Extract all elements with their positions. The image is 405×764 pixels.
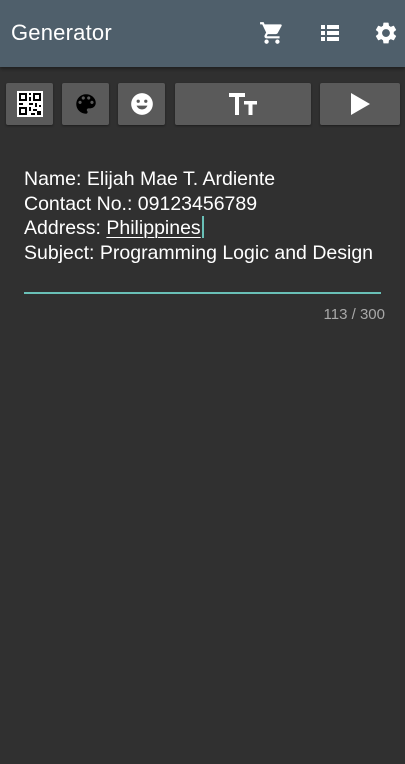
settings-icon[interactable] — [373, 20, 399, 46]
editor-line-address: Address: Philippines — [24, 216, 384, 241]
input-focus-underline — [24, 292, 381, 294]
palette-button[interactable] — [62, 83, 109, 125]
text-size-icon — [229, 93, 257, 115]
character-counter: 113 / 300 — [323, 306, 385, 323]
play-icon — [351, 93, 370, 115]
emoji-button[interactable] — [118, 83, 165, 125]
app-title: Generator — [11, 20, 112, 45]
app-bar: Generator — [0, 0, 405, 67]
emoji-icon — [130, 93, 153, 115]
play-button[interactable] — [320, 83, 400, 125]
editor-line-contact: Contact No.: 09123456789 — [24, 192, 258, 215]
qr-code-icon — [16, 91, 43, 117]
generator-screen: Generator Name: Elijah Mae T. Ardiente C… — [0, 0, 405, 764]
qr-code-button[interactable] — [6, 83, 53, 125]
text-input[interactable]: Name: Elijah Mae T. Ardiente Contact No.… — [24, 167, 384, 265]
editor-line-name: Name: Elijah Mae T. Ardiente — [24, 168, 276, 190]
cart-icon[interactable] — [259, 20, 285, 46]
address-value: Philippines — [106, 217, 201, 239]
list-icon[interactable] — [317, 20, 343, 46]
text-cursor — [201, 216, 204, 238]
editor-line-subject: Subject: Programming Logic and Design — [24, 241, 374, 264]
text-size-button[interactable] — [175, 83, 311, 125]
palette-icon — [75, 94, 96, 114]
address-label: Address: — [24, 217, 107, 239]
